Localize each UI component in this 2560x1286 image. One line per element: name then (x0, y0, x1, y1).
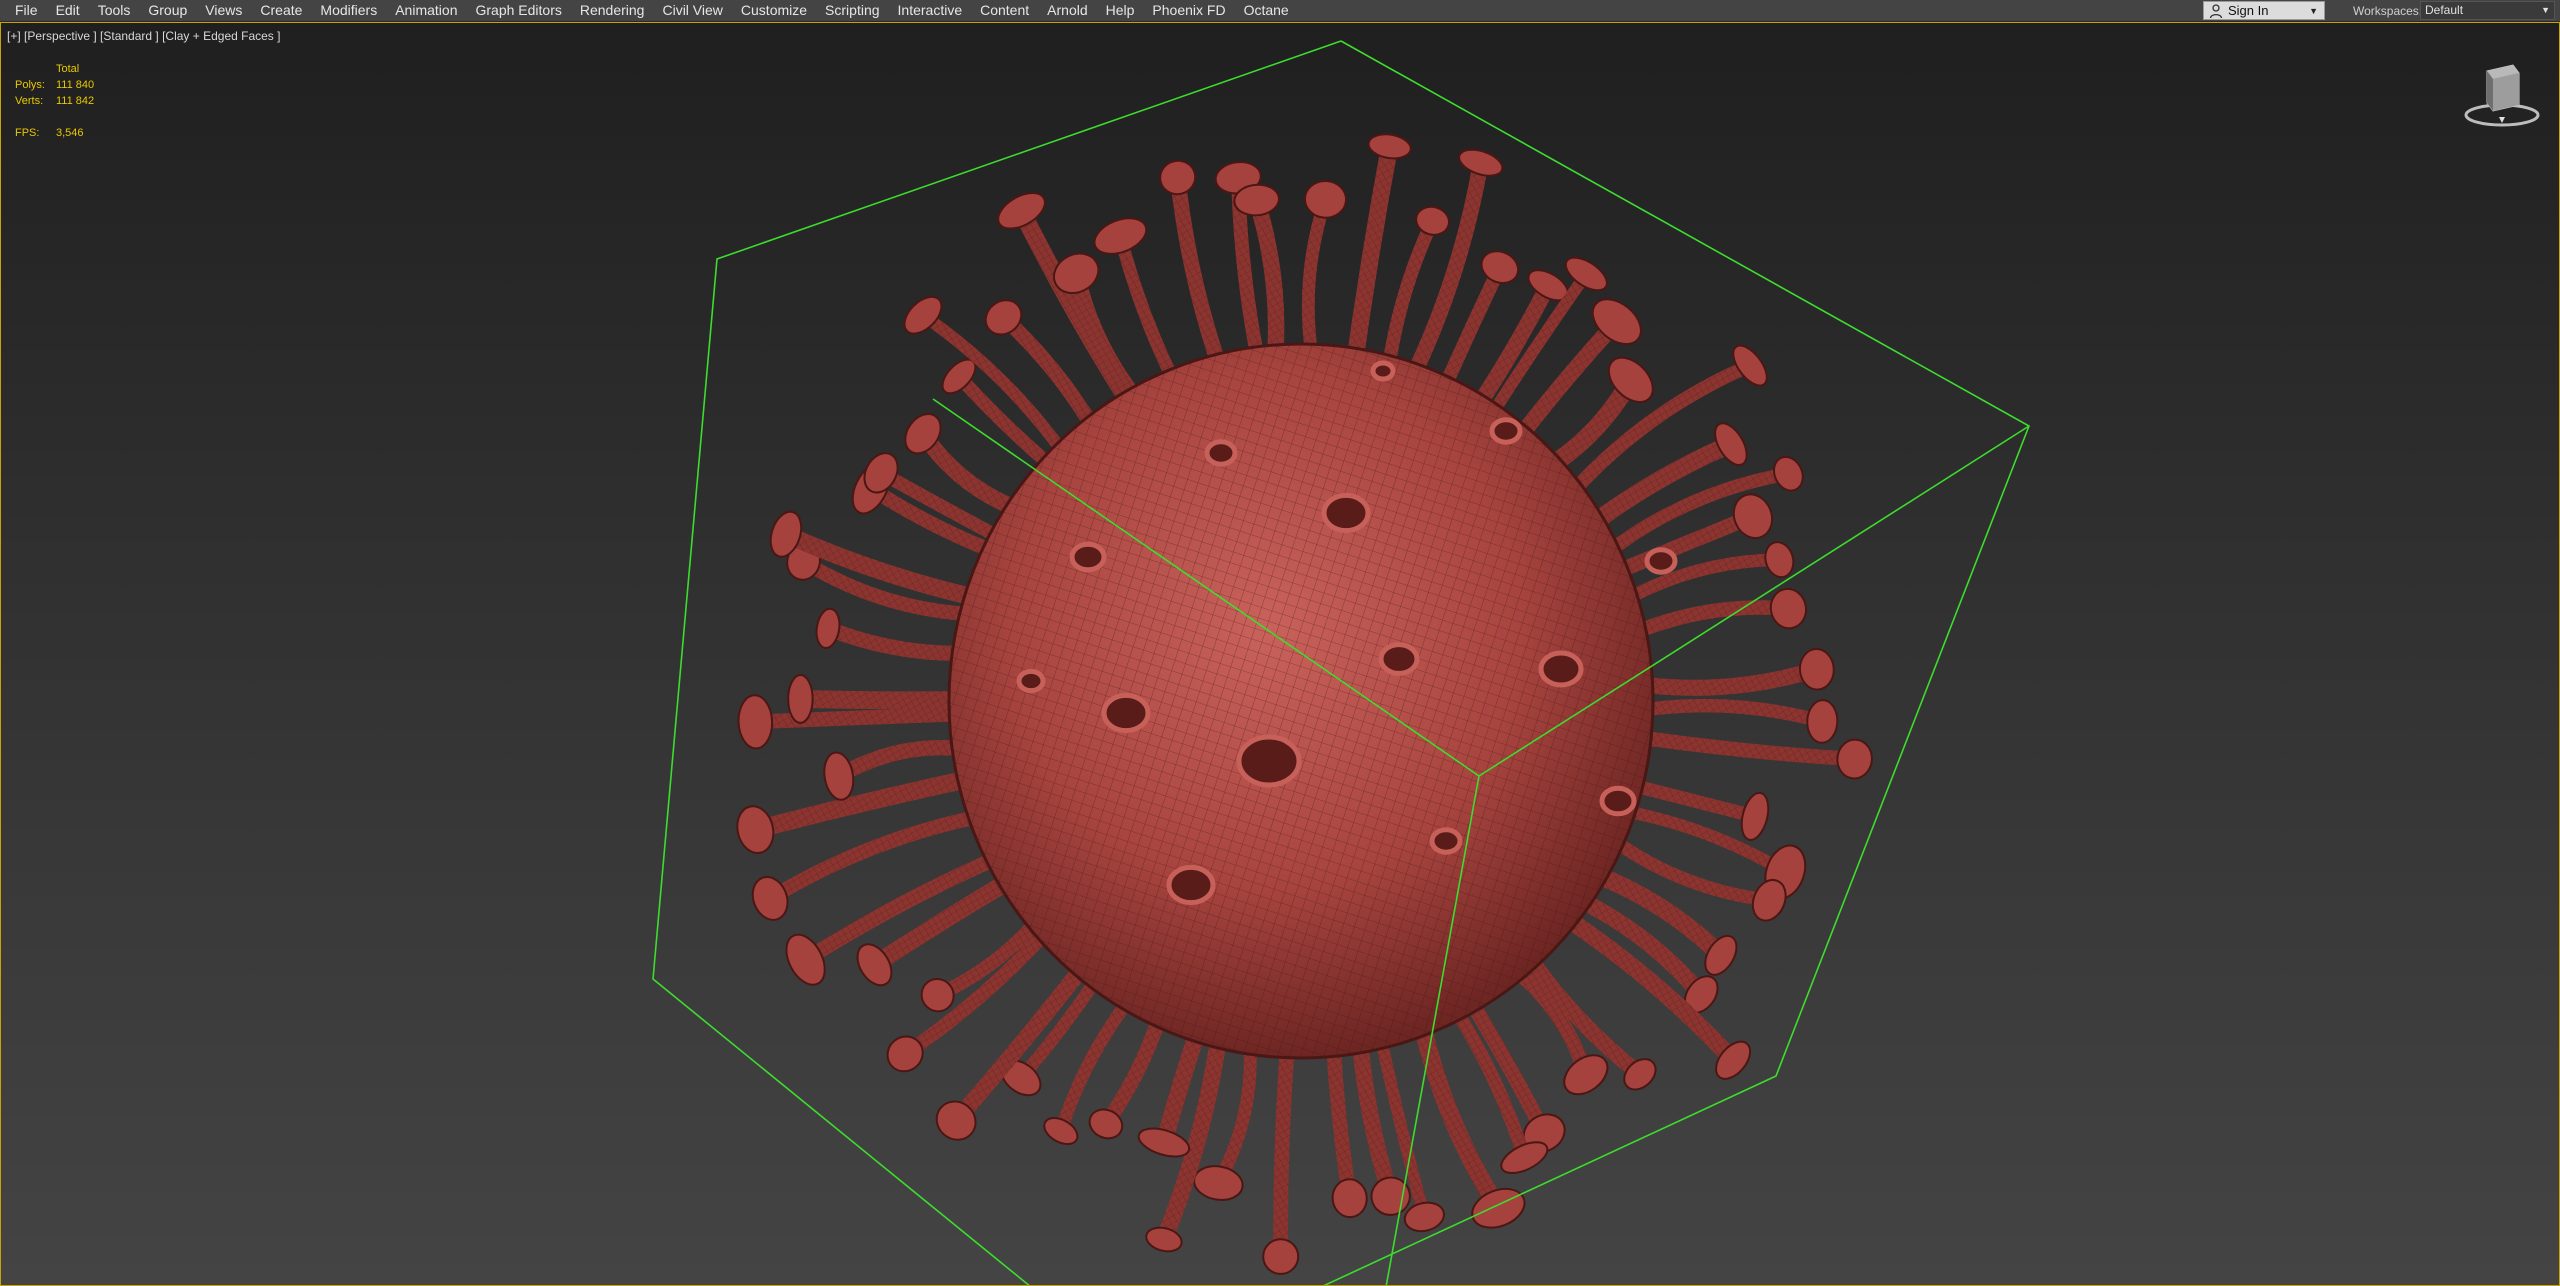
menu-item-customize[interactable]: Customize (732, 0, 816, 22)
menu-item-arnold[interactable]: Arnold (1038, 0, 1096, 22)
menu-item-group[interactable]: Group (139, 0, 196, 22)
chevron-down-icon: ▼ (2309, 5, 2318, 16)
stats-fps-value: 3,546 (56, 127, 84, 139)
menu-item-help[interactable]: Help (1097, 0, 1144, 22)
menu-item-animation[interactable]: Animation (386, 0, 466, 22)
menu-bar: File Edit Tools Group Views Create Modifiers An… (0, 0, 2560, 22)
stats-fps-label: FPS: (15, 127, 40, 139)
stats-polys-value: 111 840 (56, 79, 95, 91)
menu-item-views[interactable]: Views (196, 0, 251, 22)
sign-in-label: Sign In (2228, 3, 2269, 18)
menu-item-scripting[interactable]: Scripting (816, 0, 888, 22)
menu-item-create[interactable]: Create (251, 0, 311, 22)
menu-item-civil-view[interactable]: Civil View (653, 0, 731, 22)
menu-item-edit[interactable]: Edit (47, 0, 89, 22)
chevron-down-icon: ▼ (2541, 5, 2550, 15)
menu-item-phoenix-fd[interactable]: Phoenix FD (1143, 0, 1234, 22)
menu-item-graph-editors[interactable]: Graph Editors (466, 0, 570, 22)
workspace-select[interactable]: Default ▼ (2420, 1, 2555, 20)
menu-item-modifiers[interactable]: Modifiers (311, 0, 386, 22)
menu-item-octane[interactable]: Octane (1235, 0, 1298, 22)
menu-item-rendering[interactable]: Rendering (571, 0, 654, 22)
viewcube-icon[interactable] (2461, 57, 2543, 137)
stats-verts-value: 111 842 (56, 95, 95, 107)
statistics-overlay: Total Polys: 111 840 Verts: 111 842 FPS: 3,… (15, 61, 94, 141)
viewport-scene[interactable] (1, 23, 2559, 1285)
menu-item-content[interactable]: Content (971, 0, 1038, 22)
perspective-viewport[interactable]: [+] [Perspective ] [Standard ] [Clay + E… (0, 22, 2560, 1286)
menu-item-interactive[interactable]: Interactive (889, 0, 972, 22)
menu-items: File Edit Tools Group Views Create Modifiers An… (0, 0, 1298, 22)
workspace-value: Default (2425, 3, 2464, 17)
workspaces-label: Workspaces: (2353, 4, 2423, 18)
stats-polys-label: Polys: (15, 79, 45, 91)
user-icon (2209, 3, 2223, 18)
menu-item-tools[interactable]: Tools (89, 0, 140, 22)
viewport-label[interactable]: [+] [Perspective ] [Standard ] [Clay + E… (7, 29, 280, 43)
stats-total-label: Total (56, 63, 80, 75)
menu-item-file[interactable]: File (6, 0, 47, 22)
sign-in-button[interactable]: Sign In ▼ (2203, 1, 2325, 20)
stats-verts-label: Verts: (15, 95, 44, 107)
